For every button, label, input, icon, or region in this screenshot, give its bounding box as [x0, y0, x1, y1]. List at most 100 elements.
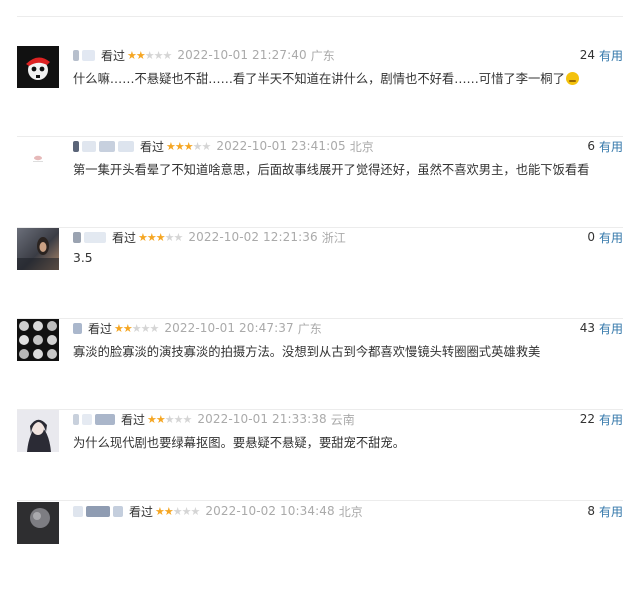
avatar[interactable] [17, 319, 59, 361]
comment-time[interactable]: 2022-10-01 21:33:38 [197, 412, 326, 426]
avatar[interactable] [17, 502, 59, 544]
vote-count: 8 [587, 504, 595, 518]
rating-stars: ★★★★★ [127, 48, 173, 62]
comment-location: 广东 [310, 48, 335, 63]
vote-area: 24 有用 [580, 46, 623, 64]
top-divider [17, 16, 623, 17]
watch-status: 看过 [129, 504, 154, 519]
comment-text: 第一集开头看晕了不知道啥意思，后面故事线展开了觉得还好，虽然不喜欢男主，也能下饭… [73, 163, 590, 177]
useful-link[interactable]: 有用 [599, 229, 623, 246]
vote-count: 0 [587, 230, 595, 244]
star-filled-icon: ★ [155, 504, 165, 518]
vote-count: 6 [587, 139, 595, 153]
comment-location: 北京 [338, 504, 363, 519]
star-filled-icon: ★ [166, 139, 176, 153]
star-filled-icon: ★ [135, 48, 146, 62]
star-filled-icon: ★ [127, 48, 137, 62]
comment-location: 广东 [297, 321, 322, 336]
comment-item: 看过 ★★★★★ 2022-10-02 12:21:36 浙江 0 有用 3.5 [17, 228, 623, 319]
star-empty-icon: ★ [140, 321, 151, 335]
username-redacted[interactable] [73, 413, 118, 425]
comment-text: 寡淡的脸寡淡的演技寡淡的拍摄方法。没想到从古到今都喜欢慢镜头转圈圈式英雄救美 [73, 345, 541, 359]
comment-time[interactable]: 2022-10-01 20:47:37 [164, 321, 293, 335]
vote-area: 0 有用 [587, 228, 623, 246]
comment-text: 什么嘛……不悬疑也不甜……看了半天不知道在讲什么，剧情也不好看……可惜了李一桐了 [73, 69, 579, 87]
comment-text: 为什么现代剧也要绿幕抠图。要悬疑不悬疑，要甜宠不甜宠。 [73, 436, 406, 450]
useful-link[interactable]: 有用 [599, 47, 623, 64]
comment-time[interactable]: 2022-10-02 12:21:36 [188, 230, 317, 244]
avatar[interactable] [17, 410, 59, 452]
star-empty-icon: ★ [149, 321, 160, 335]
star-empty-icon: ★ [162, 48, 173, 62]
vote-area: 22 有用 [580, 410, 623, 428]
avatar[interactable] [17, 228, 59, 270]
username-redacted[interactable] [73, 49, 98, 61]
star-empty-icon: ★ [192, 139, 203, 153]
username-redacted[interactable] [73, 140, 137, 152]
useful-link[interactable]: 有用 [599, 320, 623, 337]
rating-stars: ★★★★★ [166, 139, 212, 153]
star-empty-icon: ★ [164, 230, 175, 244]
star-filled-icon: ★ [138, 230, 148, 244]
comment-time[interactable]: 2022-10-01 21:27:40 [177, 48, 306, 62]
comment-meta: 看过 ★★★★★ 2022-10-01 20:47:37 广东 [73, 319, 322, 337]
rating-stars: ★★★★★ [147, 412, 193, 426]
avatar[interactable] [17, 137, 59, 179]
vote-area: 6 有用 [587, 137, 623, 155]
comment-meta: 看过 ★★★★★ 2022-10-01 21:27:40 广东 [73, 46, 335, 64]
star-filled-icon: ★ [155, 412, 166, 426]
rating-stars: ★★★★★ [114, 321, 160, 335]
comment-location: 北京 [349, 139, 374, 154]
star-empty-icon: ★ [172, 504, 183, 518]
avatar[interactable] [17, 46, 59, 88]
star-empty-icon: ★ [201, 139, 212, 153]
watch-status: 看过 [112, 230, 137, 245]
star-empty-icon: ★ [173, 230, 184, 244]
useful-link[interactable]: 有用 [599, 138, 623, 155]
star-filled-icon: ★ [183, 139, 194, 153]
star-filled-icon: ★ [146, 230, 157, 244]
vote-count: 24 [579, 48, 595, 62]
useful-link[interactable]: 有用 [599, 503, 623, 520]
star-filled-icon: ★ [147, 412, 157, 426]
comment-text: 3.5 [73, 251, 93, 265]
comment-meta: 看过 ★★★★★ 2022-10-02 12:21:36 浙江 [73, 228, 346, 246]
watch-status: 看过 [101, 48, 126, 63]
username-redacted[interactable] [73, 231, 109, 243]
comment-item: 看过 ★★★★★ 2022-10-01 21:33:38 云南 22 有用 为什… [17, 410, 623, 501]
star-empty-icon: ★ [144, 48, 155, 62]
useful-link[interactable]: 有用 [599, 411, 623, 428]
comment-meta: 看过 ★★★★★ 2022-10-01 23:41:05 北京 [73, 137, 374, 155]
vote-count: 43 [579, 321, 595, 335]
rating-stars: ★★★★★ [138, 230, 184, 244]
comment-item: 看过 ★★★★★ 2022-10-02 10:34:48 北京 8 有用 [17, 502, 623, 593]
comment-location: 浙江 [321, 230, 346, 245]
comment-divider [17, 500, 623, 501]
comment-time[interactable]: 2022-10-02 10:34:48 [205, 504, 334, 518]
comment-time[interactable]: 2022-10-01 23:41:05 [216, 139, 345, 153]
star-filled-icon: ★ [114, 321, 124, 335]
watch-status: 看过 [140, 139, 165, 154]
username-redacted[interactable] [73, 322, 85, 334]
comment-item: 看过 ★★★★★ 2022-10-01 23:41:05 北京 6 有用 第一集… [17, 137, 623, 228]
smirk-emoji-icon [565, 72, 579, 85]
username-redacted[interactable] [73, 505, 126, 517]
comment-meta: 看过 ★★★★★ 2022-10-02 10:34:48 北京 [73, 502, 363, 520]
star-empty-icon: ★ [182, 412, 193, 426]
vote-count: 22 [579, 412, 595, 426]
rating-stars: ★★★★★ [155, 504, 201, 518]
star-empty-icon: ★ [153, 48, 164, 62]
star-empty-icon: ★ [190, 504, 201, 518]
star-filled-icon: ★ [163, 504, 174, 518]
watch-status: 看过 [88, 321, 113, 336]
star-filled-icon: ★ [155, 230, 166, 244]
comment-item: 看过 ★★★★★ 2022-10-01 21:27:40 广东 24 有用 什么… [17, 46, 623, 137]
star-filled-icon: ★ [174, 139, 185, 153]
comment-location: 云南 [330, 412, 355, 427]
comment-meta: 看过 ★★★★★ 2022-10-01 21:33:38 云南 [73, 410, 355, 428]
star-empty-icon: ★ [173, 412, 184, 426]
watch-status: 看过 [121, 412, 146, 427]
comment-item: 看过 ★★★★★ 2022-10-01 20:47:37 广东 43 有用 寡淡… [17, 319, 623, 410]
star-filled-icon: ★ [122, 321, 133, 335]
star-empty-icon: ★ [181, 504, 192, 518]
